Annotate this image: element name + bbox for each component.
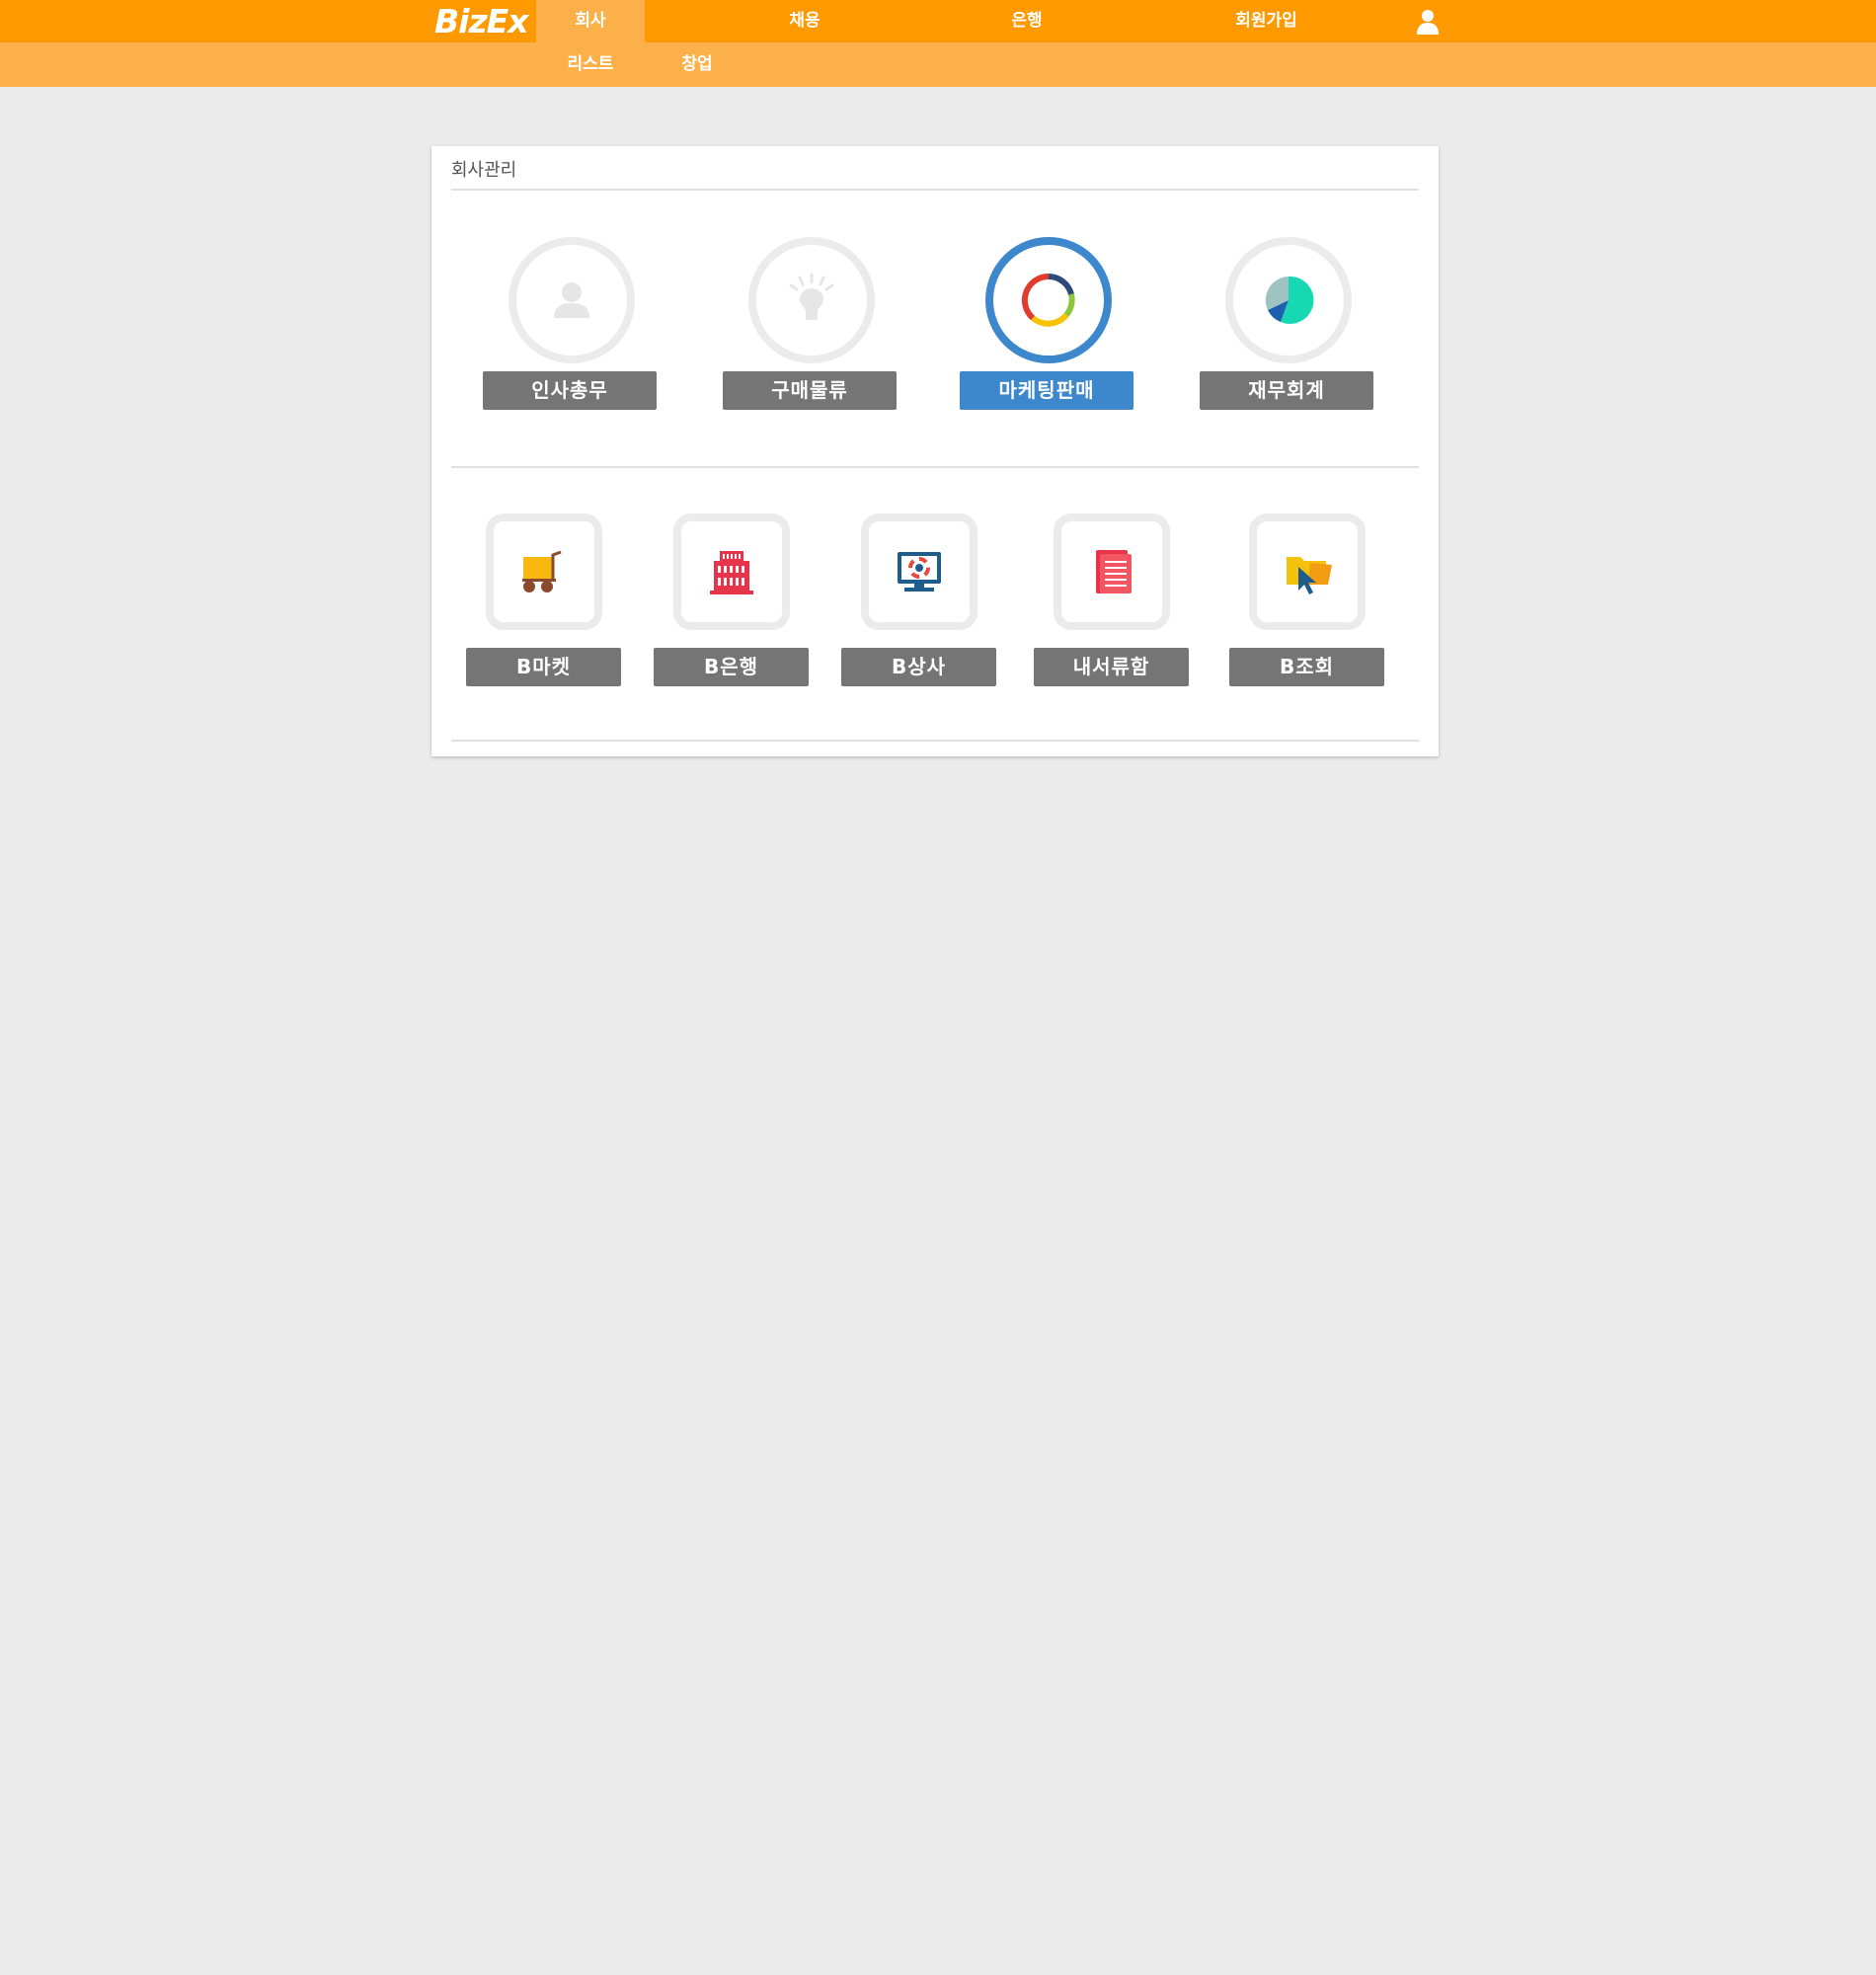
subnav-list[interactable]: 리스트 xyxy=(546,42,635,87)
document-icon xyxy=(1096,550,1132,593)
dept-finance-circle[interactable] xyxy=(1225,237,1352,363)
b-bank-button[interactable]: B은행 xyxy=(654,648,809,686)
bottom-divider xyxy=(451,740,1419,742)
b-inquiry-tile[interactable] xyxy=(1249,514,1366,630)
dept-finance-button[interactable]: 재무회계 xyxy=(1200,371,1373,410)
dept-purchasing-button[interactable]: 구매물류 xyxy=(723,371,897,410)
person-icon xyxy=(554,282,589,318)
top-navigation-bar xyxy=(0,0,1876,42)
nav-company[interactable]: 회사 xyxy=(536,0,645,42)
my-documents-button[interactable]: 내서류함 xyxy=(1034,648,1189,686)
b-market-tile[interactable] xyxy=(486,514,602,630)
lightbulb-icon xyxy=(789,273,834,320)
title-divider xyxy=(451,189,1419,191)
nav-signup[interactable]: 회원가입 xyxy=(1205,0,1328,42)
donut-chart-icon xyxy=(1021,273,1075,327)
pie-chart-icon xyxy=(1265,276,1314,324)
subnav-startup[interactable]: 창업 xyxy=(658,42,737,87)
dept-purchasing-circle[interactable] xyxy=(748,237,875,363)
sub-navigation-bar xyxy=(0,42,1876,87)
b-market-button[interactable]: B마켓 xyxy=(466,648,621,686)
b-trading-tile[interactable] xyxy=(861,514,977,630)
section-divider xyxy=(451,466,1419,468)
dept-marketing-circle[interactable] xyxy=(985,237,1112,363)
nav-recruit[interactable]: 채용 xyxy=(750,0,859,42)
nav-bank[interactable]: 은행 xyxy=(973,0,1081,42)
bank-building-icon xyxy=(710,551,753,594)
monitor-icon xyxy=(898,552,941,592)
folder-cursor-icon xyxy=(1287,557,1332,594)
company-management-panel: 회사관리 인사총무 구매물류 마케팅판매 재무회계 B마켓 B은행 B상사 내서… xyxy=(431,146,1439,756)
user-icon[interactable] xyxy=(1416,9,1440,35)
b-trading-button[interactable]: B상사 xyxy=(841,648,996,686)
b-bank-tile[interactable] xyxy=(673,514,790,630)
dept-hr-button[interactable]: 인사총무 xyxy=(483,371,657,410)
panel-title: 회사관리 xyxy=(451,160,517,181)
b-inquiry-button[interactable]: B조회 xyxy=(1229,648,1384,686)
cart-icon xyxy=(522,550,562,592)
bizex-logo[interactable]: BizEx xyxy=(434,2,528,41)
my-documents-tile[interactable] xyxy=(1054,514,1170,630)
dept-marketing-button[interactable]: 마케팅판매 xyxy=(960,371,1133,410)
dept-hr-circle[interactable] xyxy=(508,237,635,363)
